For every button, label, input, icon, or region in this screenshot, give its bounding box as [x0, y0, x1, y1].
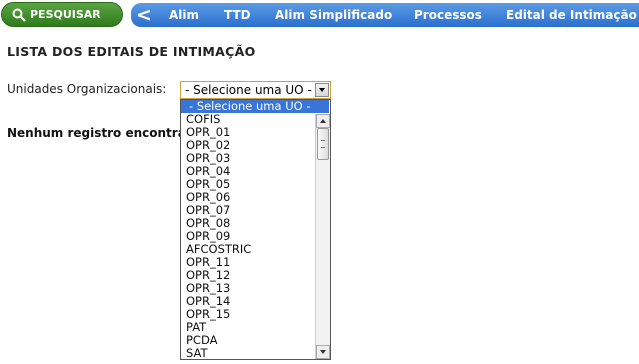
scroll-down-icon[interactable] — [316, 345, 330, 359]
uo-label: Unidades Organizacionais: — [7, 82, 167, 96]
search-button[interactable]: PESQUISAR — [1, 2, 123, 27]
scroll-up-icon[interactable] — [316, 114, 330, 128]
nav-item-edital-de-intimacao[interactable]: Edital de Intimação — [506, 8, 637, 22]
nav-item-alim[interactable]: Alim — [169, 8, 199, 22]
search-button-label: PESQUISAR — [30, 8, 101, 21]
page-title: LISTA DOS EDITAIS DE INTIMAÇÃO — [7, 44, 256, 59]
back-arrow[interactable]: < — [131, 5, 157, 25]
uo-options: - Selecione uma UO - COFIS OPR_01 OPR_02 OPR… — [181, 100, 329, 360]
magnifier-icon — [12, 8, 26, 22]
scroll-thumb[interactable] — [317, 128, 329, 160]
uo-option[interactable]: SAT — [181, 347, 315, 360]
uo-dropdown-list[interactable]: - Selecione uma UO - COFIS OPR_01 OPR_02 OPR… — [180, 99, 331, 360]
nav-item-processos[interactable]: Processos — [414, 8, 482, 22]
no-records-message: Nenhum registro encontrado — [7, 126, 203, 140]
nav-item-alim-simplificado[interactable]: Alim Simplificado — [275, 8, 392, 22]
top-bar: PESQUISAR < Alim TTD Alim Simplificado P… — [0, 0, 639, 32]
uo-select[interactable]: - Selecione uma UO - — [180, 81, 331, 99]
nav-item-ttd[interactable]: TTD — [224, 8, 251, 22]
nav-menu: < Alim TTD Alim Simplificado Processos E… — [131, 3, 639, 27]
uo-select-value: - Selecione uma UO - — [185, 83, 312, 97]
chevron-down-icon[interactable] — [315, 83, 329, 97]
scrollbar[interactable] — [315, 114, 330, 359]
